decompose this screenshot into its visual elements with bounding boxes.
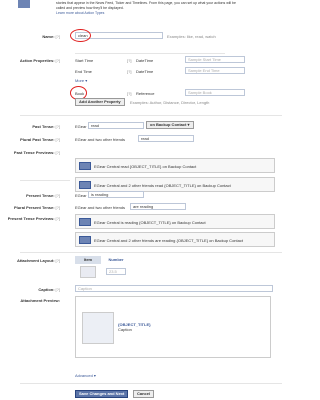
- name-label: Name:[?]: [42, 34, 60, 39]
- save-and-next-button[interactable]: Save Changes and Next: [75, 390, 129, 398]
- highlight-circle: [70, 29, 91, 42]
- property-name-end-time: End Time: [75, 69, 92, 74]
- more-properties-link[interactable]: More ▾: [75, 78, 87, 83]
- property-name-start-time: Start Time: [75, 58, 94, 63]
- book-sample-input[interactable]: Sample Book: [185, 89, 245, 96]
- header-description-line2: called and preview how they'll be displa…: [56, 6, 124, 10]
- name-examples: Examples: like, read, watch: [167, 34, 216, 39]
- item-layout-thumb[interactable]: [80, 266, 96, 278]
- preview-text: EGear Central and 2 other friends are re…: [94, 238, 243, 243]
- plural-past-tense-input[interactable]: read: [138, 135, 194, 142]
- property-type-book: Reference: [136, 91, 155, 96]
- property-help: [?]: [127, 69, 132, 74]
- past-tense-input[interactable]: read: [88, 122, 144, 129]
- present-tense-preview-2: EGear Central and 2 other friends are re…: [75, 232, 275, 247]
- property-help: [?]: [127, 91, 132, 96]
- add-property-button[interactable]: Add Another Property: [75, 98, 125, 106]
- story-thumbnail: [79, 162, 91, 170]
- past-tense-actor: EGear: [75, 124, 87, 129]
- attachment-preview-label: Attachment Preview:: [20, 298, 60, 303]
- preview-text: EGear Central read {OBJECT_TITLE} on Bac…: [94, 164, 197, 169]
- present-tense-actor: EGear: [75, 193, 87, 198]
- present-tense-preview-1: EGear Central is reading {OBJECT_TITLE} …: [75, 214, 275, 229]
- plural-present-tense-actor: EGear and two other friends: [75, 205, 126, 210]
- cancel-button[interactable]: Cancel: [133, 390, 155, 398]
- attachment-caption: Caption: [118, 327, 132, 332]
- app-icon: [18, 0, 30, 8]
- property-type-start-time: DateTime: [136, 58, 154, 63]
- property-type-end-time: DateTime: [136, 69, 154, 74]
- action-properties-label: Action Properties:[?]: [19, 58, 60, 63]
- caption-input[interactable]: Caption: [75, 285, 273, 292]
- plural-present-tense-label: Plural Present Tense:[?]: [13, 205, 60, 210]
- layout-tab-item[interactable]: Item: [75, 256, 101, 264]
- preview-text: EGear Central and 2 other friends read {…: [94, 183, 231, 188]
- learn-more-link[interactable]: Learn more about Action Types: [56, 11, 104, 15]
- story-thumbnail: [79, 218, 91, 226]
- present-tense-input[interactable]: is reading: [88, 191, 144, 198]
- help-icon: [?]: [55, 34, 60, 39]
- story-thumbnail: [79, 236, 91, 244]
- end-time-sample-input[interactable]: Sample End Time: [185, 67, 245, 74]
- start-time-sample-input[interactable]: Sample Start Time: [185, 56, 245, 63]
- advanced-link[interactable]: Advanced ▾: [75, 373, 96, 378]
- plural-past-tense-label: Plural Past Tense:[?]: [20, 137, 60, 142]
- property-help: [?]: [127, 58, 132, 63]
- present-tense-label: Present Tense:[?]: [26, 193, 60, 198]
- attachment-preview-box: {OBJECT_TITLE} Caption: [75, 296, 271, 358]
- layout-tab-number[interactable]: Number: [103, 256, 129, 264]
- past-tense-label: Past Tense:[?]: [32, 124, 60, 129]
- story-thumbnail: [79, 181, 91, 189]
- present-tense-previews-label: Present Tense Previews:[?]: [7, 216, 60, 221]
- caption-label: Caption:[?]: [38, 287, 60, 292]
- plural-past-tense-actor: EGear and two other friends: [75, 137, 126, 142]
- header-description-line1: stories that appear in the News Feed, Ti…: [56, 1, 236, 5]
- object-select[interactable]: on Backup Contact ▾: [146, 121, 194, 129]
- add-property-examples: Examples: Author, Distance, Director, Le…: [130, 100, 210, 105]
- number-layout-value[interactable]: 23.5: [106, 268, 126, 275]
- plural-present-tense-input[interactable]: are reading: [130, 203, 186, 210]
- attachment-image-placeholder: [82, 312, 114, 344]
- attachment-layout-label: Attachment Layout:[?]: [16, 258, 60, 263]
- past-tense-previews-label: Past Tense Previews:[?]: [13, 150, 60, 155]
- past-tense-preview-2: EGear Central and 2 other friends read {…: [75, 177, 275, 192]
- preview-text: EGear Central is reading {OBJECT_TITLE} …: [94, 220, 206, 225]
- past-tense-preview-1: EGear Central read {OBJECT_TITLE} on Bac…: [75, 158, 275, 173]
